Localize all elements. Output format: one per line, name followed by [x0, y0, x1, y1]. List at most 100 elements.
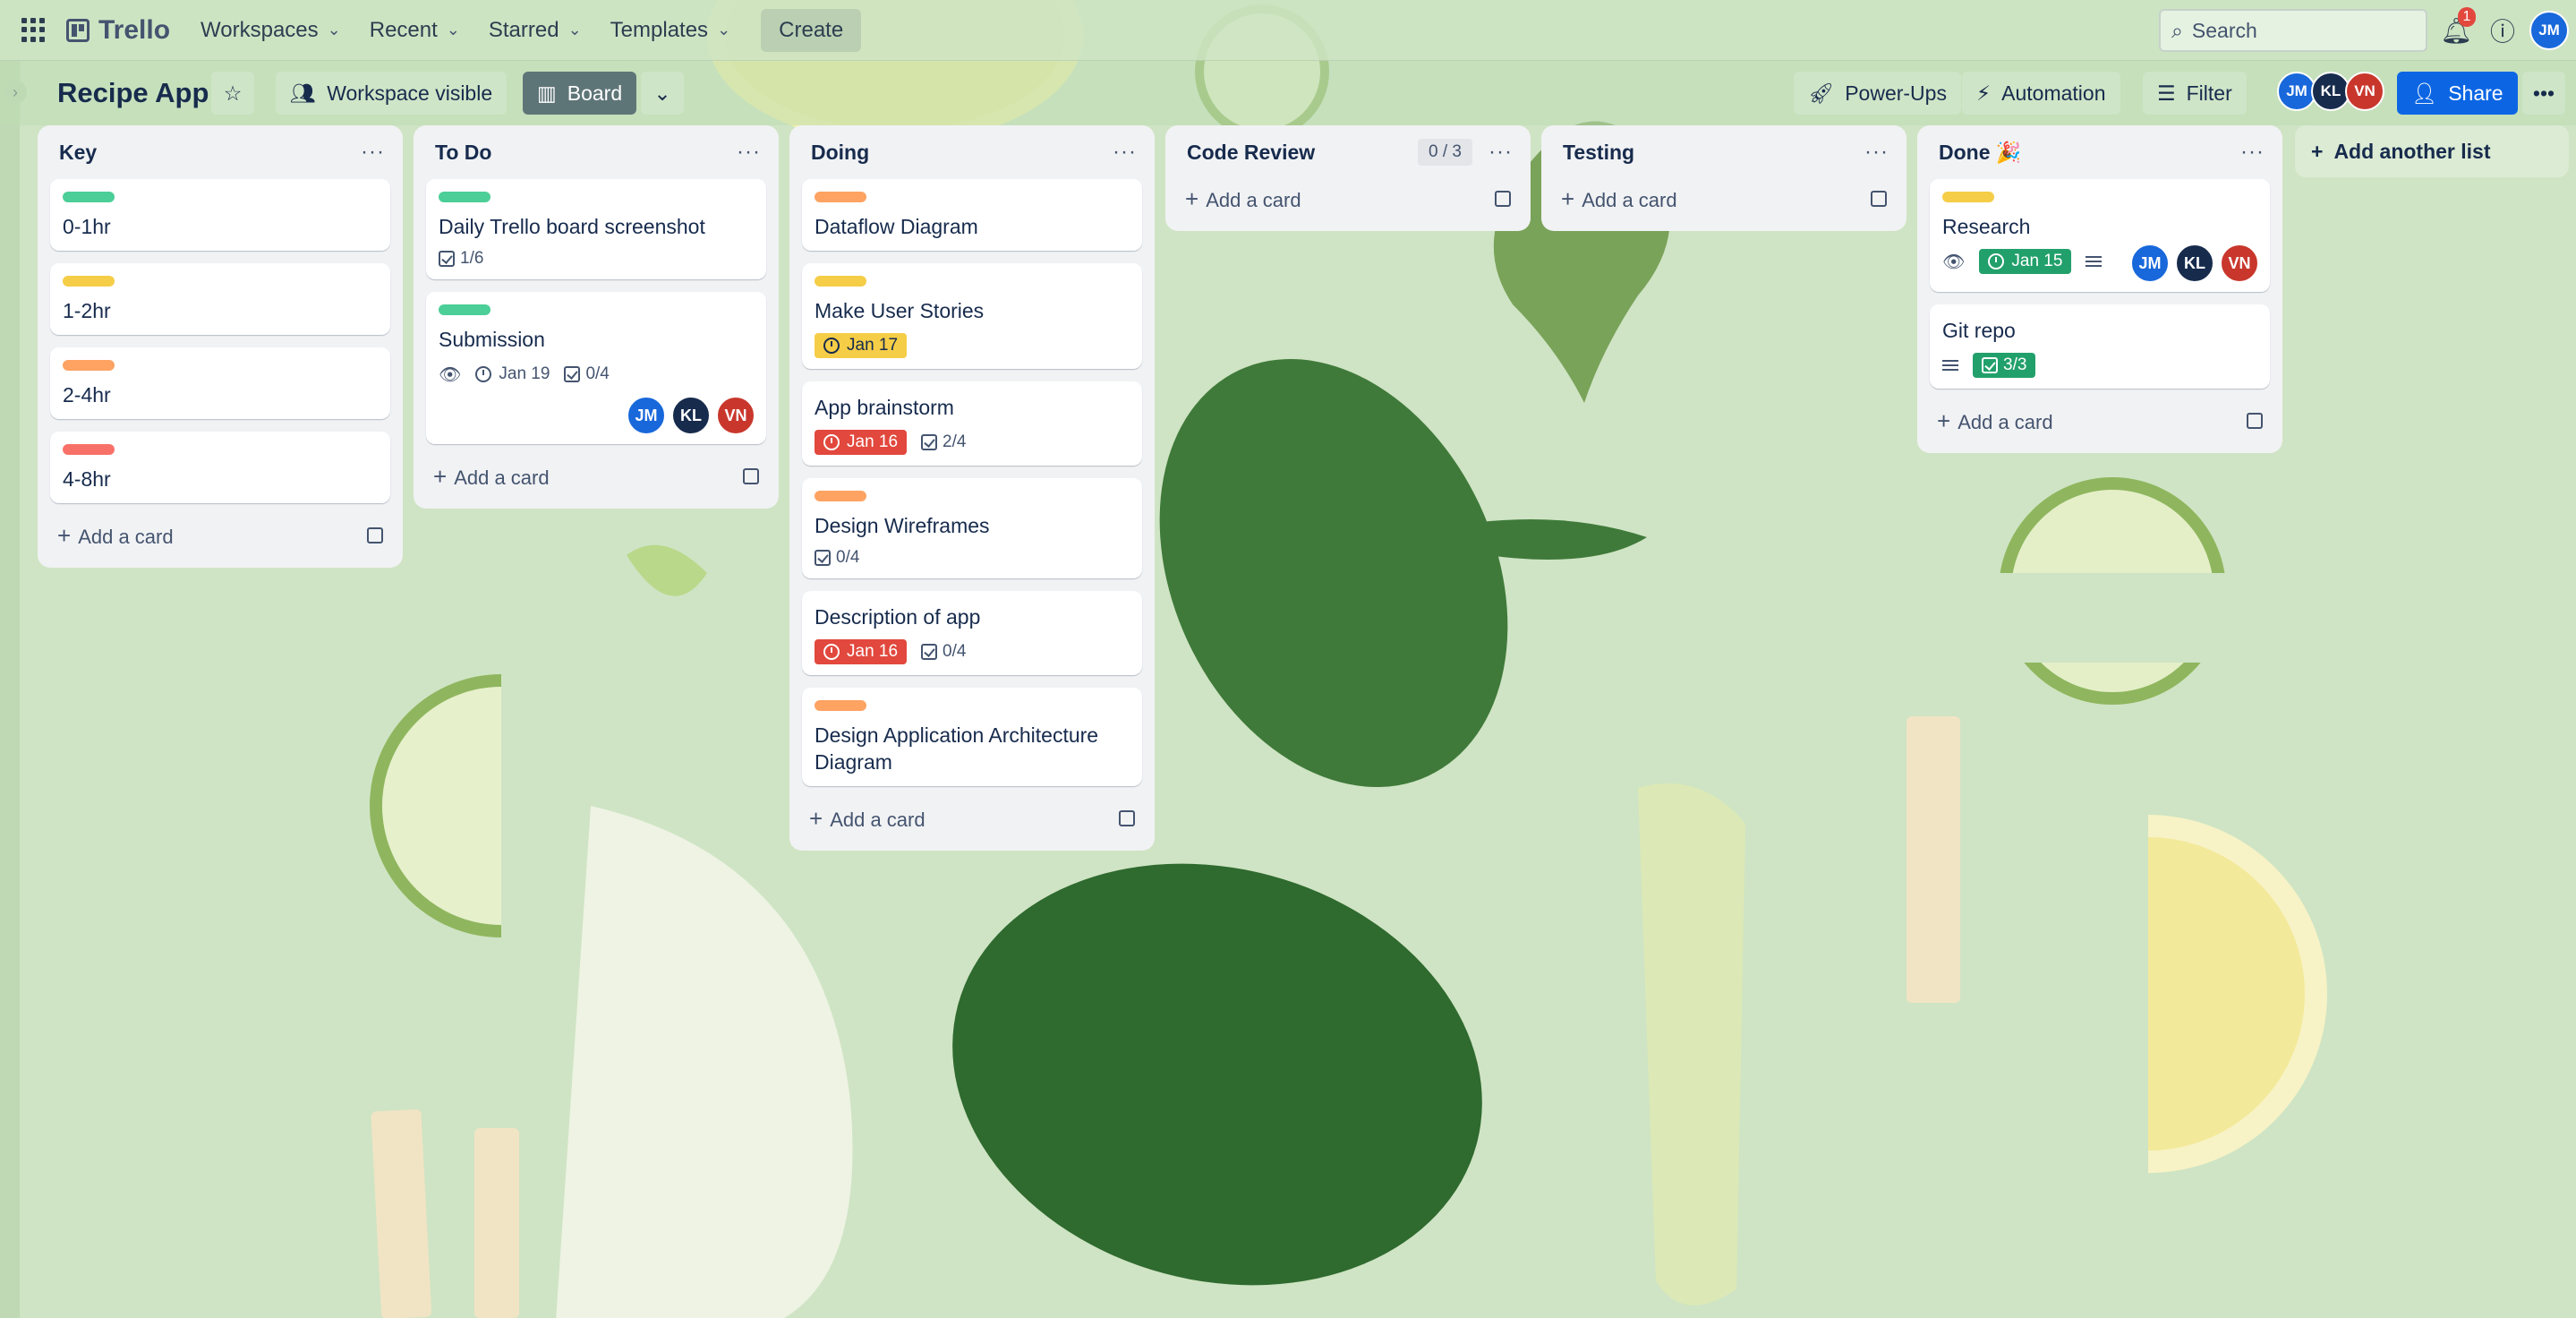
- list-menu-icon[interactable]: ···: [2240, 140, 2265, 165]
- label-orange[interactable]: [815, 192, 866, 202]
- member-avatar[interactable]: JM: [627, 396, 666, 435]
- card[interactable]: 4-8hr: [50, 432, 390, 503]
- list-title[interactable]: To Do: [435, 141, 491, 165]
- search-input[interactable]: ⌕ Search: [2159, 9, 2427, 52]
- sidebar-collapsed[interactable]: ›: [0, 61, 27, 1318]
- add-card-button[interactable]: + Add a card: [802, 799, 1142, 838]
- checklist-icon: [1982, 357, 1998, 373]
- description-icon: [2086, 256, 2103, 267]
- create-button[interactable]: Create: [761, 8, 862, 52]
- card[interactable]: Make User Stories Jan 17: [802, 263, 1142, 369]
- list-menu-icon[interactable]: ···: [1113, 140, 1137, 165]
- card-badges: Jan 16 2/4: [815, 430, 1130, 455]
- visibility-button[interactable]: 👥︎ Workspace visible: [276, 72, 508, 115]
- list-menu-icon[interactable]: ···: [361, 140, 385, 165]
- list-menu-icon[interactable]: ···: [737, 140, 761, 165]
- card[interactable]: Daily Trello board screenshot 1/6: [426, 179, 766, 279]
- list-title[interactable]: Code Review: [1187, 141, 1315, 165]
- label-yellow[interactable]: [1942, 192, 1994, 202]
- label-orange[interactable]: [63, 360, 115, 371]
- list-title[interactable]: Testing: [1563, 141, 1634, 165]
- due-date-badge[interactable]: Jan 16: [815, 430, 908, 455]
- power-ups-button[interactable]: 🚀︎ Power-Ups: [1794, 72, 1961, 115]
- label-green[interactable]: [439, 304, 490, 315]
- app-switcher-icon[interactable]: [21, 17, 47, 43]
- list-menu-icon[interactable]: ···: [1488, 140, 1513, 165]
- member-avatar[interactable]: VN: [2220, 244, 2259, 283]
- card[interactable]: Submission 👁︎ Jan 19 0/4 JM KL VN: [426, 292, 766, 444]
- due-date-badge[interactable]: Jan 16: [815, 639, 908, 664]
- card-template-icon[interactable]: [367, 527, 383, 543]
- label-yellow[interactable]: [63, 276, 115, 287]
- filter-icon: ☰: [2157, 81, 2176, 105]
- list-header: Key ···: [50, 125, 390, 179]
- add-card-button[interactable]: + Add a card: [426, 457, 766, 496]
- label-red[interactable]: [63, 444, 115, 455]
- share-button[interactable]: 👤︎ Share: [2397, 72, 2518, 115]
- card[interactable]: 2-4hr: [50, 347, 390, 419]
- trello-logo[interactable]: Trello: [66, 15, 170, 46]
- help-button[interactable]: ⓘ: [2485, 13, 2521, 48]
- board-menu-button[interactable]: •••: [2522, 72, 2565, 115]
- add-card-button[interactable]: + Add a card: [1554, 179, 1894, 218]
- checklist-count: 1/6: [460, 249, 484, 268]
- card-title: Research: [1942, 215, 2031, 238]
- card-badges: Jan 16 0/4: [815, 639, 1130, 664]
- member-avatar[interactable]: VN: [716, 396, 755, 435]
- due-date-badge[interactable]: Jan 17: [815, 333, 908, 358]
- card[interactable]: 0-1hr: [50, 179, 390, 251]
- automation-button[interactable]: ⚡︎ Automation: [1962, 72, 2120, 115]
- label-green[interactable]: [63, 192, 115, 202]
- label-orange[interactable]: [815, 700, 866, 711]
- label-orange[interactable]: [815, 491, 866, 501]
- views-dropdown-button[interactable]: ⌄: [641, 72, 684, 115]
- workspaces-menu[interactable]: Workspaces ⌄: [186, 9, 355, 52]
- card-title: 2-4hr: [63, 383, 111, 407]
- card-template-icon[interactable]: [1871, 191, 1887, 207]
- add-card-button[interactable]: + Add a card: [1178, 179, 1518, 218]
- user-avatar[interactable]: JM: [2529, 11, 2569, 50]
- add-card-button[interactable]: + Add a card: [1930, 401, 2270, 441]
- card[interactable]: Design Wireframes 0/4: [802, 478, 1142, 578]
- add-list-button[interactable]: + Add another list: [2295, 125, 2569, 177]
- starred-menu[interactable]: Starred ⌄: [474, 9, 596, 52]
- templates-menu[interactable]: Templates ⌄: [596, 9, 745, 52]
- list-title[interactable]: Key: [59, 141, 97, 165]
- due-date: Jan 15: [2011, 252, 2063, 270]
- card-template-icon[interactable]: [2247, 413, 2263, 429]
- recent-menu[interactable]: Recent ⌄: [355, 9, 474, 52]
- card[interactable]: Design Application Architecture Diagram: [802, 688, 1142, 786]
- card[interactable]: 1-2hr: [50, 263, 390, 335]
- card-template-icon[interactable]: [1119, 810, 1135, 826]
- list-title[interactable]: Done 🎉: [1939, 141, 2022, 165]
- board-view-button[interactable]: ▥ Board: [523, 72, 637, 115]
- card[interactable]: Research 👁︎ Jan 15 JM KL VN: [1930, 179, 2270, 292]
- label-yellow[interactable]: [815, 276, 866, 287]
- board-title[interactable]: Recipe App: [57, 77, 209, 109]
- card-badges: 3/3: [1942, 353, 2257, 378]
- member-avatar[interactable]: JM: [2130, 244, 2170, 283]
- list-title[interactable]: Doing: [811, 141, 869, 165]
- chevron-down-icon: ⌄: [327, 21, 341, 39]
- card[interactable]: Description of app Jan 16 0/4: [802, 591, 1142, 675]
- card-badges: 0/4: [815, 548, 1130, 568]
- due-date-badge[interactable]: Jan 15: [1979, 249, 2072, 274]
- checklist-badge: 0/4: [564, 364, 610, 384]
- due-date-badge[interactable]: Jan 19: [475, 362, 550, 387]
- member-avatar[interactable]: KL: [671, 396, 711, 435]
- card[interactable]: App brainstorm Jan 16 2/4: [802, 381, 1142, 466]
- list-menu-icon[interactable]: ···: [1864, 140, 1889, 165]
- add-card-button[interactable]: + Add a card: [50, 516, 390, 555]
- card[interactable]: Git repo 3/3: [1930, 304, 2270, 389]
- filter-button[interactable]: ☰ Filter: [2143, 72, 2247, 115]
- star-board-button[interactable]: ☆: [211, 72, 254, 115]
- notifications-button[interactable]: 🔔︎ 1: [2438, 7, 2476, 48]
- member-avatar[interactable]: KL: [2175, 244, 2214, 283]
- card-template-icon[interactable]: [743, 468, 759, 484]
- card-template-icon[interactable]: [1495, 191, 1511, 207]
- member-avatar[interactable]: VN: [2345, 72, 2384, 111]
- card-badges: 👁︎ Jan 19 0/4: [439, 362, 754, 387]
- label-green[interactable]: [439, 192, 490, 202]
- card[interactable]: Dataflow Diagram: [802, 179, 1142, 251]
- filter-label: Filter: [2186, 81, 2232, 105]
